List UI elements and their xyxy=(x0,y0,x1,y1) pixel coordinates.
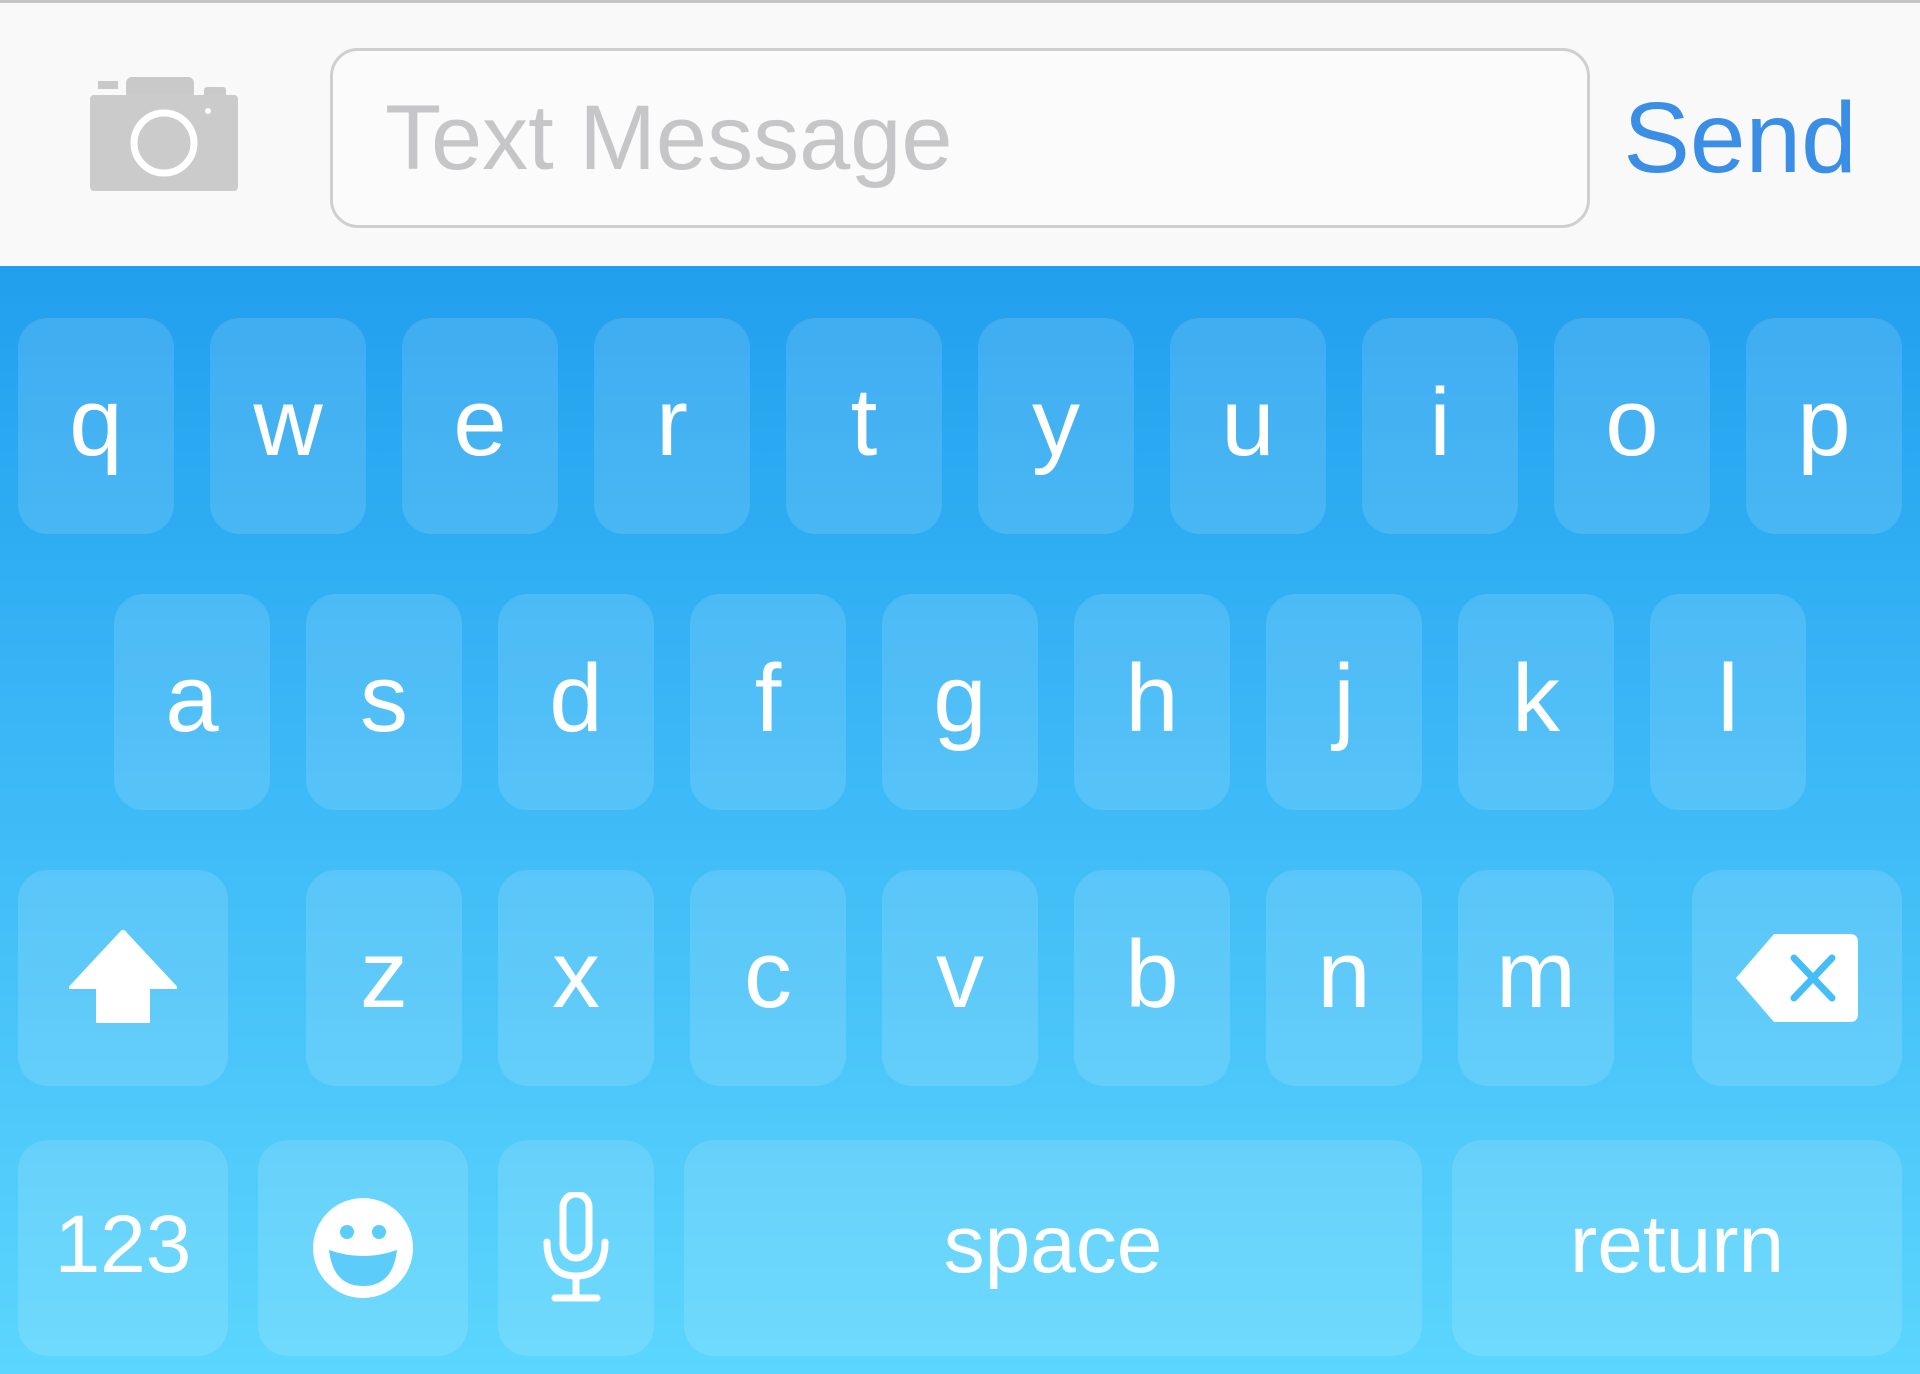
key-m[interactable]: m xyxy=(1458,870,1614,1086)
key-label: s xyxy=(360,645,408,752)
message-text-field[interactable] xyxy=(330,48,1590,228)
key-q[interactable]: q xyxy=(18,318,174,534)
key-p[interactable]: p xyxy=(1746,318,1902,534)
key-c[interactable]: c xyxy=(690,870,846,1086)
key-label: y xyxy=(1032,369,1080,476)
messages-compose-screen: Send q w e r t y u i o p a s d f g h j k… xyxy=(0,0,1920,1374)
key-g[interactable]: g xyxy=(882,594,1038,810)
key-a[interactable]: a xyxy=(114,594,270,810)
key-label: c xyxy=(744,921,792,1028)
key-k[interactable]: k xyxy=(1458,594,1614,810)
key-o[interactable]: o xyxy=(1554,318,1710,534)
key-label: n xyxy=(1317,921,1371,1028)
key-label: b xyxy=(1125,921,1179,1028)
shift-arrow-icon xyxy=(69,930,177,1023)
key-f[interactable]: f xyxy=(690,594,846,810)
emoji-smiley-icon xyxy=(313,1198,413,1298)
key-j[interactable]: j xyxy=(1266,594,1422,810)
key-label: v xyxy=(936,921,984,1028)
key-label: e xyxy=(453,369,507,476)
shift-key[interactable] xyxy=(18,870,228,1086)
return-key[interactable]: return xyxy=(1452,1140,1902,1356)
numbers-key[interactable]: 123 xyxy=(18,1140,228,1356)
key-label: g xyxy=(933,645,987,752)
key-label: l xyxy=(1717,645,1739,752)
key-label: q xyxy=(69,369,123,476)
key-r[interactable]: r xyxy=(594,318,750,534)
camera-button[interactable] xyxy=(86,77,242,195)
key-label: 123 xyxy=(54,1199,192,1290)
delete-backspace-icon xyxy=(1736,934,1858,1022)
key-label: f xyxy=(754,645,782,752)
key-e[interactable]: e xyxy=(402,318,558,534)
key-d[interactable]: d xyxy=(498,594,654,810)
key-i[interactable]: i xyxy=(1362,318,1518,534)
key-label: o xyxy=(1605,369,1659,476)
key-label: x xyxy=(552,921,600,1028)
key-l[interactable]: l xyxy=(1650,594,1806,810)
key-label: d xyxy=(549,645,603,752)
key-label: z xyxy=(360,921,408,1028)
key-label: j xyxy=(1333,645,1355,752)
key-w[interactable]: w xyxy=(210,318,366,534)
dictation-key[interactable] xyxy=(498,1140,654,1356)
key-label: i xyxy=(1429,369,1451,476)
key-label: u xyxy=(1221,369,1275,476)
camera-icon xyxy=(90,77,238,191)
send-button[interactable]: Send xyxy=(1620,73,1860,203)
emoji-key[interactable] xyxy=(258,1140,468,1356)
microphone-icon xyxy=(543,1192,609,1302)
key-label: m xyxy=(1496,921,1576,1028)
key-label: k xyxy=(1512,645,1560,752)
message-input-bar: Send xyxy=(0,0,1920,266)
key-n[interactable]: n xyxy=(1266,870,1422,1086)
key-x[interactable]: x xyxy=(498,870,654,1086)
key-label: w xyxy=(253,369,323,476)
key-label: space xyxy=(943,1199,1163,1290)
key-z[interactable]: z xyxy=(306,870,462,1086)
key-t[interactable]: t xyxy=(786,318,942,534)
key-h[interactable]: h xyxy=(1074,594,1230,810)
delete-key[interactable] xyxy=(1692,870,1902,1086)
key-label: t xyxy=(850,369,878,476)
key-v[interactable]: v xyxy=(882,870,1038,1086)
key-y[interactable]: y xyxy=(978,318,1134,534)
key-s[interactable]: s xyxy=(306,594,462,810)
key-label: r xyxy=(656,369,688,476)
key-label: return xyxy=(1569,1199,1785,1290)
key-label: a xyxy=(165,645,219,752)
keyboard: q w e r t y u i o p a s d f g h j k l z … xyxy=(0,266,1920,1374)
key-b[interactable]: b xyxy=(1074,870,1230,1086)
key-label: h xyxy=(1125,645,1179,752)
space-key[interactable]: space xyxy=(684,1140,1422,1356)
key-u[interactable]: u xyxy=(1170,318,1326,534)
key-label: p xyxy=(1797,369,1851,476)
